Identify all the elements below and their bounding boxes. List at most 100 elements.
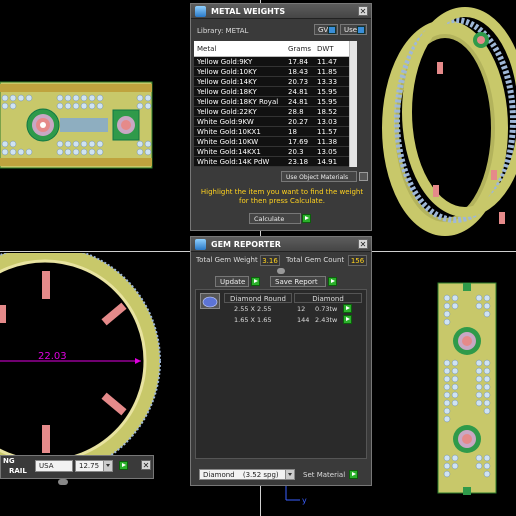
metal-dwt: 13.05 [317,148,338,156]
metal-metal: Yellow Gold:9KY [197,58,253,66]
instruction-text: Highlight the item you want to find the … [200,188,364,205]
material-select-value: Diamond [203,471,235,479]
total-gem-weight-label: Total Gem Weight [196,256,258,264]
apply-size-button[interactable] [119,461,128,470]
use-object-materials-button[interactable]: Use Object Materials [281,171,357,182]
update-go-button[interactable] [251,277,260,286]
material-select[interactable]: Diamond (3.52 spg) [199,469,295,480]
metal-row[interactable]: Yellow Gold:14KY 20.73 13.33 [194,77,357,87]
metal-dwt: 15.95 [317,88,338,96]
metal-dwt: 18.52 [317,108,338,116]
metal-grams: 20.3 [288,148,304,156]
use-object-materials-label: Use Object Materials [286,174,349,181]
metal-dwt: 13.03 [317,118,338,126]
metal-row[interactable]: White Gold:14KX1 20.3 13.05 [194,147,357,157]
metal-grams: 20.27 [288,118,309,126]
axis-y-label: y [302,496,307,505]
metal-table[interactable]: Metal Grams DWT Yellow Gold:9KY 17.84 11.4… [194,41,357,167]
metal-metal: White Gold:14K PdW [197,158,270,166]
total-gem-count-label: Total Gem Count [286,256,345,264]
library-label: Library: METAL [197,27,249,35]
gem-weight: 0.73tw [315,305,338,313]
gem-size: 1.65 X 1.65 [234,316,272,324]
gem-list: Diamond Round Diamond 2.55 X 2.55 12 0.7… [195,289,367,459]
ring-front-view [0,81,153,169]
metal-row[interactable]: White Gold:14K PdW 23.18 14.91 [194,157,357,167]
col-grams[interactable]: Grams [288,45,311,53]
metal-metal: White Gold:10KW [197,138,259,146]
metal-dwt: 13.33 [317,78,338,86]
calculate-button[interactable]: Calculate [249,213,301,224]
user-icon [357,26,365,34]
metal-row[interactable]: White Gold:9KW 20.27 13.03 [194,117,357,127]
metal-metal: Yellow Gold:14KY [197,78,257,86]
gear-icon[interactable] [359,172,368,181]
size-standard-value: USA [39,462,54,470]
save-report-label: Save Report [275,278,318,286]
gem-shape-header: Diamond Round [224,293,292,303]
metal-row[interactable]: White Gold:10KW 17.69 11.38 [194,137,357,147]
grip-handle[interactable] [277,268,285,274]
metal-weights-icon [195,6,206,17]
ring-size-select[interactable]: 12.75 [75,460,113,472]
viewport-top-right[interactable] [373,0,516,250]
metal-row[interactable]: Yellow Gold:9KY 17.84 11.47 [194,57,357,67]
metal-row[interactable]: Yellow Gold:18KY 24.81 15.95 [194,87,357,97]
grip-handle[interactable] [58,479,68,485]
gem-size: 2.55 X 2.55 [234,305,272,313]
close-icon[interactable]: ✕ [358,239,368,249]
dimension-label: 22.03 [38,351,67,362]
metal-table-header: Metal Grams DWT [194,41,357,57]
viewport-bottom-left[interactable]: 22.03 NG RAIL USA 12.75 ✕ [0,253,190,516]
metal-weights-titlebar[interactable]: METAL WEIGHTS ✕ [191,4,371,19]
close-icon[interactable]: ✕ [358,6,368,16]
metal-table-scrollbar[interactable] [349,41,357,167]
viewport-top-left[interactable] [0,0,190,250]
col-dwt[interactable]: DWT [317,45,334,53]
user-button[interactable]: User [340,24,367,35]
metal-row[interactable]: Yellow Gold:18KY Royal 24.81 15.95 [194,97,357,107]
metal-metal: White Gold:14KX1 [197,148,261,156]
ring-perspective-view [382,7,516,236]
total-gem-count-value: 156 [348,255,367,266]
calculate-go-button[interactable] [302,214,311,223]
metal-row[interactable]: White Gold:10KX1 18 11.57 [194,127,357,137]
gem-row-go-button[interactable] [343,304,352,313]
metal-grams: 23.18 [288,158,309,166]
gem-count: 144 [297,316,310,324]
save-report-go-button[interactable] [328,277,337,286]
gem-reporter-title: GEM REPORTER [211,240,281,249]
save-report-button[interactable]: Save Report [270,276,326,287]
close-icon[interactable]: ✕ [141,460,151,470]
gv-label: GV [318,26,329,34]
metal-row[interactable]: Yellow Gold:22KY 28.8 18.52 [194,107,357,117]
metal-metal: White Gold:10KX1 [197,128,261,136]
calculate-label: Calculate [254,215,285,223]
metal-grams: 28.8 [288,108,304,116]
ring-size-toolbar: NG RAIL USA 12.75 ✕ [0,455,154,479]
metal-metal: Yellow Gold:18KY [197,88,257,96]
metal-metal: Yellow Gold:10KY [197,68,257,76]
ring-size-label-2: RAIL [9,467,27,475]
gem-material-header: Diamond [294,293,362,303]
ring-side-view [437,282,497,495]
metal-grams: 17.69 [288,138,309,146]
viewport-bottom-right[interactable] [373,253,516,516]
metal-grams: 24.81 [288,98,309,106]
gv-icon [328,26,336,34]
metal-dwt: 11.85 [317,68,338,76]
ring-size-label-1: NG [3,457,15,465]
material-select-sg: (3.52 spg) [242,471,279,479]
metal-weights-panel: METAL WEIGHTS ✕ Library: METAL GV User M… [190,3,372,231]
size-standard-select[interactable]: USA [35,460,73,472]
metal-row[interactable]: Yellow Gold:10KY 18.43 11.85 [194,67,357,77]
col-metal[interactable]: Metal [197,45,216,53]
set-material-label: Set Material [303,471,346,479]
set-material-button[interactable] [349,470,358,479]
gem-row-go-button[interactable] [343,315,352,324]
diamond-round-icon [200,293,220,309]
gem-weight: 2.43tw [315,316,338,324]
update-button[interactable]: Update [215,276,249,287]
gv-button[interactable]: GV [314,24,338,35]
gem-reporter-titlebar[interactable]: GEM REPORTER ✕ [191,237,371,252]
